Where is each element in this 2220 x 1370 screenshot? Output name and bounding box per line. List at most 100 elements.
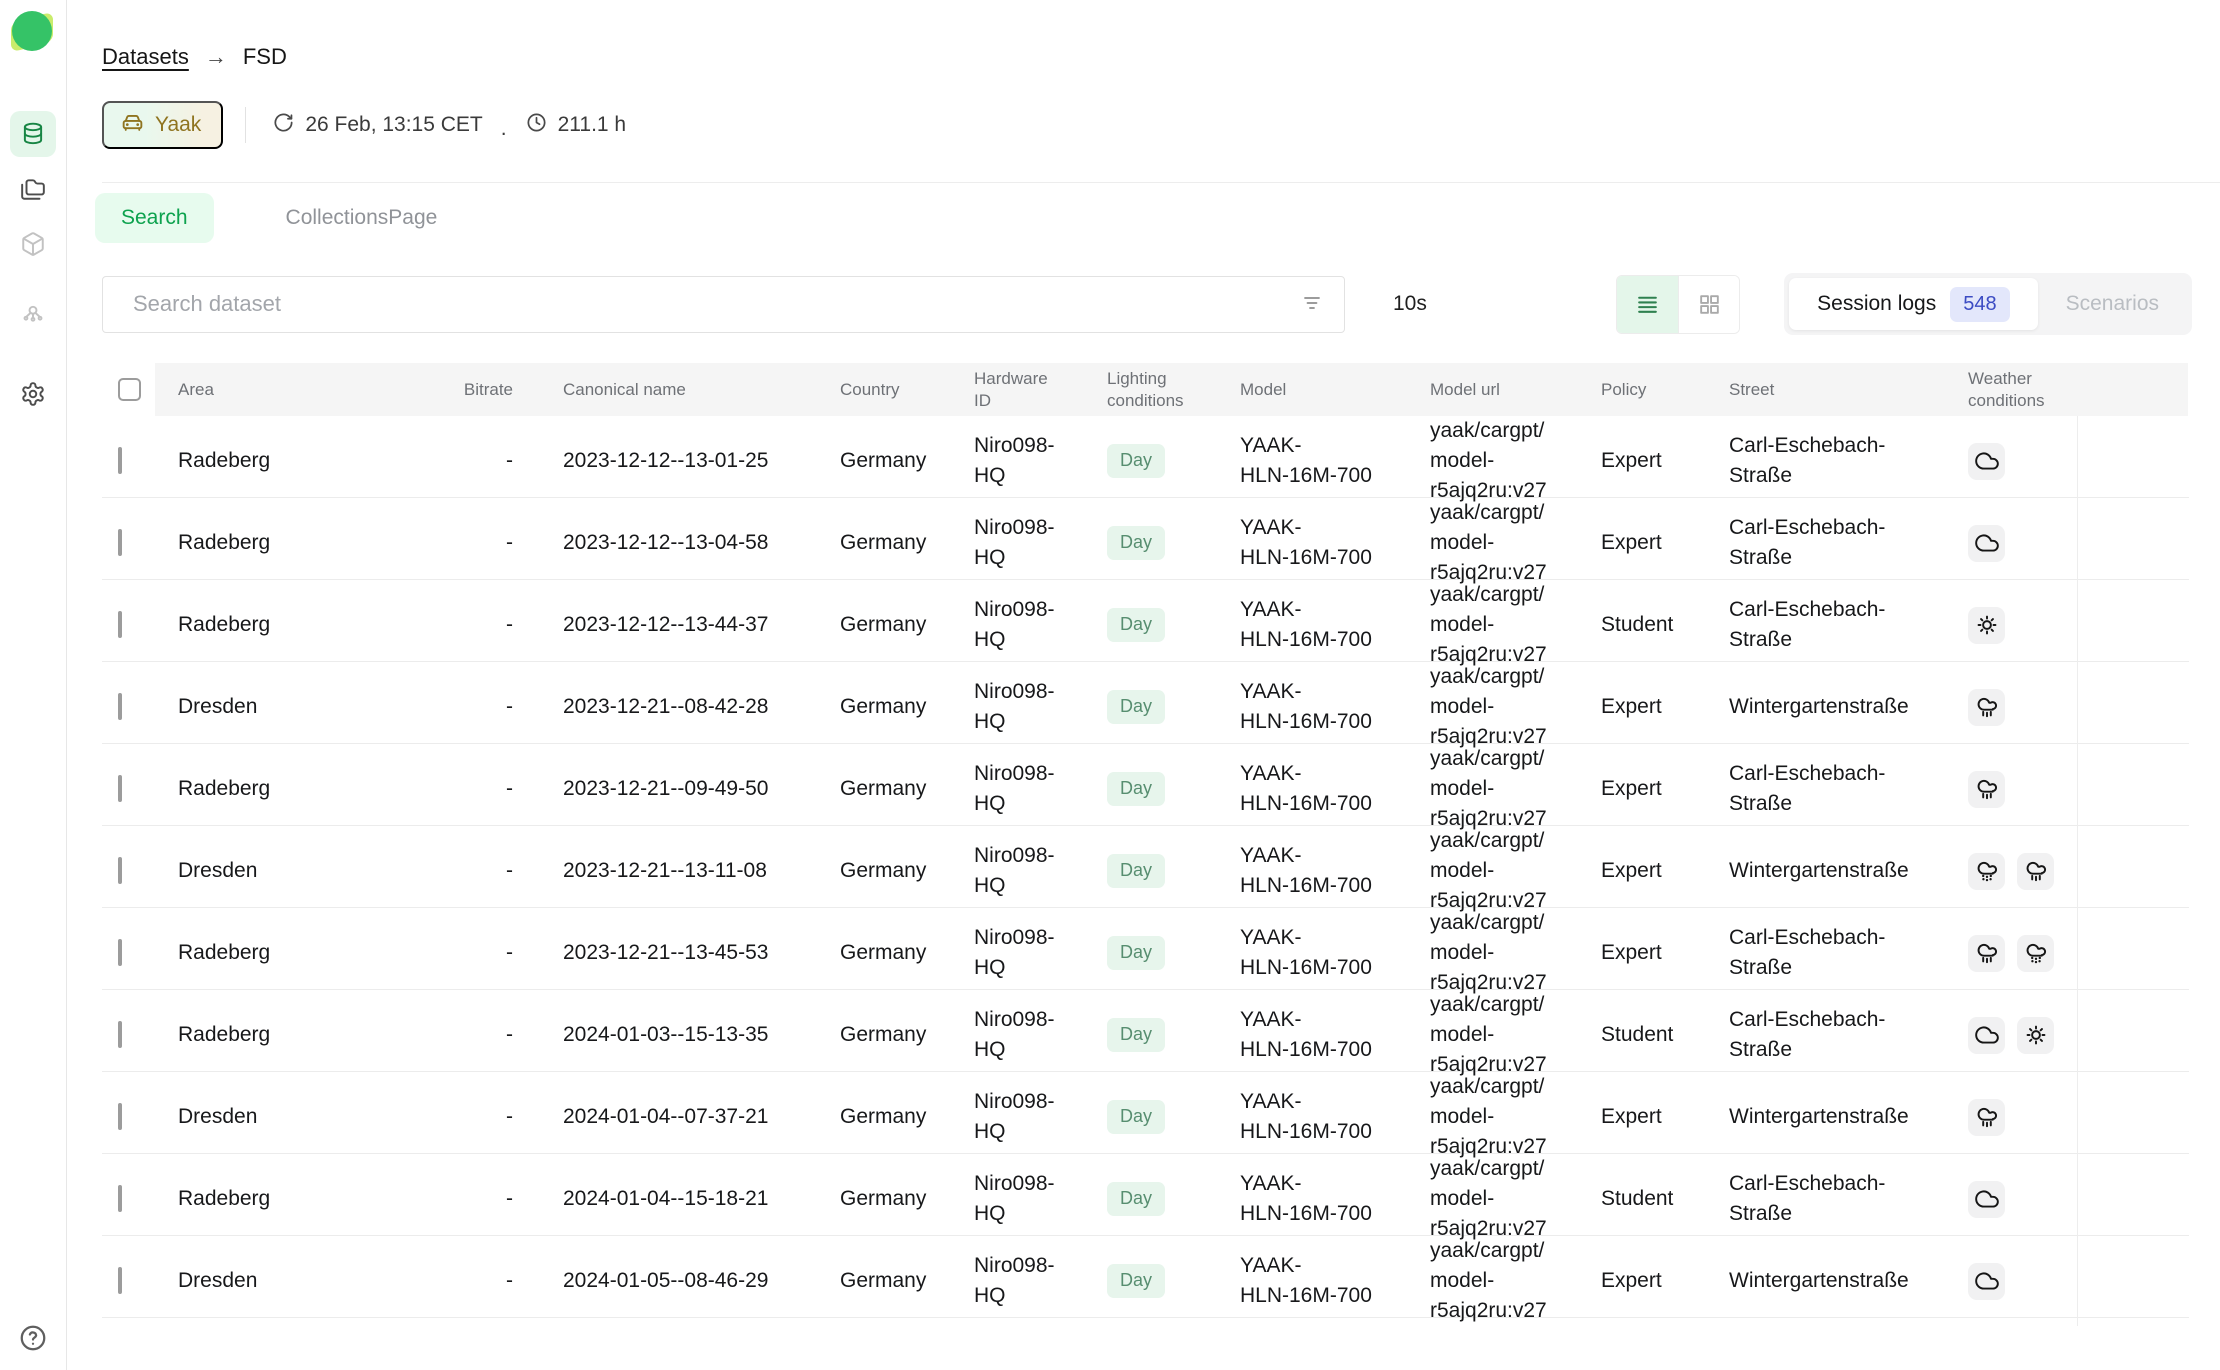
cell-canonical-name: 2023-12-12--13-44-37 [525, 610, 825, 640]
cell-hardware-id: Niro098- HQ [958, 1087, 1092, 1147]
row-checkbox[interactable] [118, 857, 122, 884]
duration-filter[interactable]: 10s [1393, 292, 1427, 316]
cell-street: Carl-Eschebach- Straße [1715, 431, 1950, 491]
sun-icon [2017, 1017, 2054, 1054]
cloud-icon [1968, 1181, 2005, 1218]
tab-collectionspage[interactable]: CollectionsPage [260, 193, 464, 243]
cell-hardware-id: Niro098- HQ [958, 431, 1092, 491]
row-checkbox[interactable] [118, 611, 122, 638]
table-row[interactable]: Radeberg - 2023-12-12--13-44-37 Germany … [102, 580, 2189, 662]
table-row[interactable]: Radeberg - 2024-01-04--15-18-21 Germany … [102, 1154, 2189, 1236]
cell-hardware-id: Niro098- HQ [958, 513, 1092, 573]
cloud-icon [1968, 525, 2005, 562]
copy-icon[interactable] [2118, 446, 2148, 476]
tab-search[interactable]: Search [95, 193, 214, 243]
sidebar-item-collections[interactable] [10, 166, 56, 212]
row-checkbox[interactable] [118, 447, 122, 474]
cell-lighting: Day [1092, 526, 1225, 560]
cell-model: YAAK- HLN-16M-700 [1225, 759, 1415, 819]
cell-bitrate: - [440, 1102, 525, 1132]
row-checkbox[interactable] [118, 1021, 122, 1048]
car-icon [120, 110, 145, 141]
copy-icon[interactable] [2118, 1184, 2148, 1214]
table-row[interactable]: Dresden - 2023-12-21--08-42-28 Germany N… [102, 662, 2189, 744]
table-row[interactable]: Radeberg - 2023-12-21--13-45-53 Germany … [102, 908, 2189, 990]
rain-icon [1968, 1099, 2005, 1136]
copy-icon[interactable] [2118, 856, 2148, 886]
table-row[interactable]: Radeberg - 2023-12-12--13-01-25 Germany … [102, 416, 2189, 498]
grid-view-icon[interactable] [1678, 276, 1739, 333]
rain-icon [1968, 689, 2005, 726]
table-row[interactable]: Radeberg - 2023-12-12--13-04-58 Germany … [102, 498, 2189, 580]
search-input[interactable] [119, 291, 1298, 317]
lighting-badge: Day [1107, 1182, 1165, 1216]
row-checkbox[interactable] [118, 529, 122, 556]
cell-policy: Student [1585, 1184, 1715, 1214]
column-header-weather-conditions: Weather conditions [1950, 363, 2077, 416]
cell-country: Germany [825, 1184, 958, 1214]
copy-icon[interactable] [2118, 528, 2148, 558]
cell-model-url: yaak/cargpt/ model- r5ajq2ru:v27 [1415, 416, 1585, 506]
cell-weather [1950, 1181, 2077, 1218]
list-view-icon[interactable] [1617, 276, 1678, 333]
app-logo[interactable] [9, 9, 57, 55]
cell-policy: Student [1585, 1020, 1715, 1050]
copy-icon[interactable] [2118, 1102, 2148, 1132]
cell-canonical-name: 2024-01-05--08-46-29 [525, 1266, 825, 1296]
copy-icon[interactable] [2118, 774, 2148, 804]
sleet-icon [1968, 853, 2005, 890]
cell-canonical-name: 2024-01-04--15-18-21 [525, 1184, 825, 1214]
table-row[interactable]: Radeberg - 2023-12-21--09-49-50 Germany … [102, 744, 2189, 826]
column-header-lighting-conditions: Lighting conditions [1092, 363, 1225, 416]
cell-model: YAAK- HLN-16M-700 [1225, 1169, 1415, 1229]
column-header-canonical-name: Canonical name [525, 363, 825, 416]
filter-icon[interactable] [1298, 290, 1326, 318]
sidebar-item-packages[interactable] [10, 221, 56, 267]
copy-icon[interactable] [2118, 938, 2148, 968]
cell-weather [1950, 1017, 2077, 1054]
recorded-at-label: 26 Feb, 13:15 CET [305, 113, 482, 137]
cell-canonical-name: 2024-01-04--07-37-21 [525, 1102, 825, 1132]
table-row[interactable]: Dresden - 2024-01-05--08-46-29 Germany N… [102, 1236, 2189, 1318]
cell-weather [1950, 1263, 2077, 1300]
mode-session-logs[interactable]: Session logs548 [1789, 278, 2037, 330]
select-all-checkbox[interactable] [118, 378, 141, 401]
cell-model-url: yaak/cargpt/ model- r5ajq2ru:v27 [1415, 580, 1585, 670]
copy-icon[interactable] [2118, 1266, 2148, 1296]
cell-policy: Expert [1585, 446, 1715, 476]
row-checkbox[interactable] [118, 693, 122, 720]
sidebar-item-graph[interactable] [10, 290, 56, 336]
cell-weather [1950, 443, 2077, 480]
cell-street: Carl-Eschebach- Straße [1715, 1169, 1950, 1229]
row-checkbox[interactable] [118, 939, 122, 966]
sidebar-item-datasets[interactable] [10, 111, 56, 157]
sidebar-item-settings[interactable] [10, 371, 56, 417]
table-row[interactable]: Dresden - 2024-01-04--07-37-21 Germany N… [102, 1072, 2189, 1154]
cell-model-url: yaak/cargpt/ model- r5ajq2ru:v27 [1415, 744, 1585, 834]
cell-canonical-name: 2024-01-03--15-13-35 [525, 1020, 825, 1050]
copy-icon[interactable] [2118, 1020, 2148, 1050]
rain-icon [2017, 853, 2054, 890]
column-header-street: Street [1715, 363, 1950, 416]
row-checkbox[interactable] [118, 1103, 122, 1130]
table-row[interactable]: Dresden - 2023-12-21--13-11-08 Germany N… [102, 826, 2189, 908]
cell-lighting: Day [1092, 772, 1225, 806]
copy-icon[interactable] [2118, 692, 2148, 722]
cell-bitrate: - [440, 1266, 525, 1296]
row-checkbox[interactable] [118, 1267, 122, 1294]
column-header-policy: Policy [1585, 363, 1715, 416]
cell-area: Radeberg [155, 610, 440, 640]
cell-canonical-name: 2023-12-21--13-11-08 [525, 856, 825, 886]
cell-lighting: Day [1092, 444, 1225, 478]
copy-icon[interactable] [2118, 610, 2148, 640]
help-icon[interactable] [16, 1322, 50, 1356]
breadcrumb-current: FSD [243, 44, 287, 70]
breadcrumb-datasets-link[interactable]: Datasets [102, 44, 189, 70]
row-checkbox[interactable] [118, 775, 122, 802]
lighting-badge: Day [1107, 690, 1165, 724]
mode-scenarios[interactable]: Scenarios [2038, 278, 2187, 330]
row-checkbox[interactable] [118, 1185, 122, 1212]
cell-bitrate: - [440, 528, 525, 558]
vehicle-badge[interactable]: Yaak [102, 101, 223, 149]
table-row[interactable]: Radeberg - 2024-01-03--15-13-35 Germany … [102, 990, 2189, 1072]
